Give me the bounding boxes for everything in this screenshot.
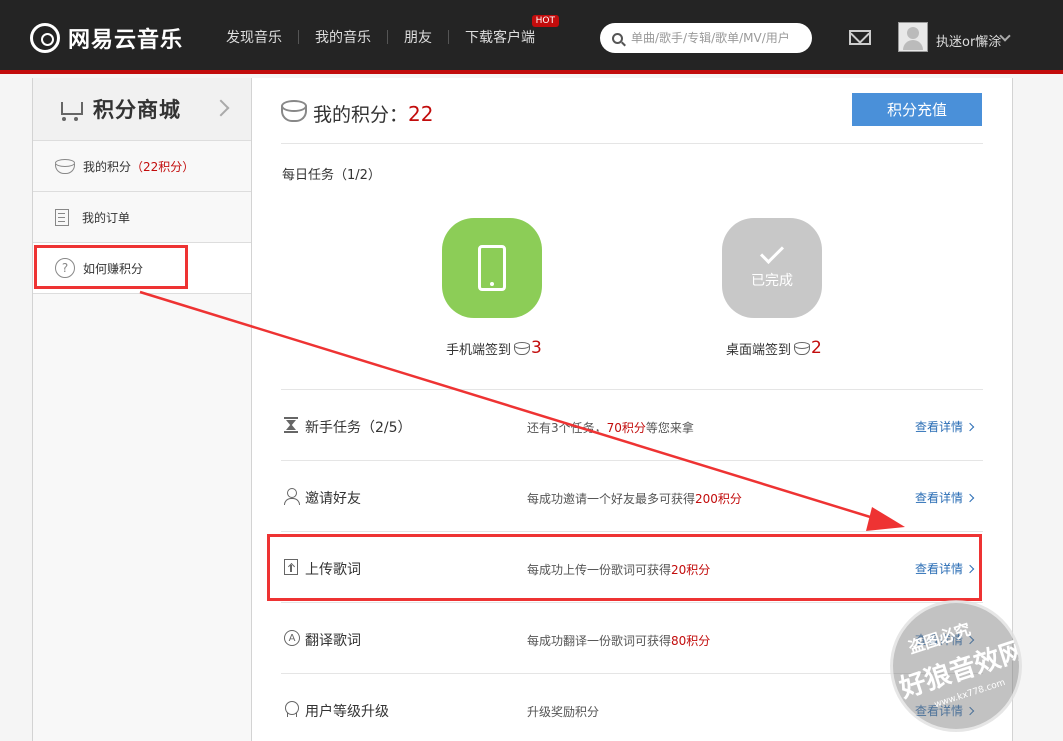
task-row-level-up: 用户等级升级 升级奖励积分 查看详情 xyxy=(281,673,983,741)
annotation-highlight-box xyxy=(267,534,982,601)
logo-text: 网易云音乐 xyxy=(68,28,184,53)
view-details-link[interactable]: 查看详情 xyxy=(915,489,973,506)
task-name: 翻译歌词 xyxy=(305,633,361,649)
nav-my-music[interactable]: 我的音乐 xyxy=(299,27,387,47)
divider xyxy=(281,143,983,144)
netease-music-logo-icon xyxy=(30,23,60,53)
mail-icon[interactable] xyxy=(849,30,871,45)
mobile-checkin-tile[interactable] xyxy=(442,218,542,318)
task-points: 3 xyxy=(531,338,542,358)
points-value: 22 xyxy=(408,102,434,126)
sidebar-item-label: 我的订单 xyxy=(82,210,131,225)
nav-friends[interactable]: 朋友 xyxy=(388,27,448,47)
desktop-checkin-caption: 桌面端签到 2 xyxy=(726,338,822,358)
sidebar: 积分商城 我的积分 （22积分） 我的订单 ? 如何赚积分 xyxy=(33,78,252,741)
task-row-invite: 邀请好友 每成功邀请一个好友最多可获得200积分 查看详情 xyxy=(281,460,983,531)
coins-icon xyxy=(55,159,75,174)
task-name: 邀请好友 xyxy=(305,491,361,507)
task-name: 用户等级升级 xyxy=(305,704,389,720)
nav-discover[interactable]: 发现音乐 xyxy=(210,27,298,47)
task-description: 还有3个任务，70积分等您来拿 xyxy=(527,421,694,435)
daily-tasks-title: 每日任务（1/2） xyxy=(282,168,381,183)
coins-icon xyxy=(794,342,811,355)
user-avatar[interactable] xyxy=(898,22,928,52)
search-box xyxy=(600,23,812,53)
hourglass-icon xyxy=(284,417,298,433)
page-title-label: 我的积分： xyxy=(313,104,409,126)
username[interactable]: 执迷or懈涂 xyxy=(936,31,1001,50)
sidebar-points-count: （22积分） xyxy=(131,159,195,174)
logo[interactable]: 网易云音乐 xyxy=(30,20,183,56)
mobile-checkin-caption: 手机端签到 3 xyxy=(446,338,542,358)
coins-icon xyxy=(514,342,531,355)
watermark-seal: 盗图必究 好狼音效网 www.kx778.com xyxy=(890,600,1022,732)
top-bar: 网易云音乐 发现音乐 我的音乐 朋友 下载客户端 HOT 执迷or懈涂 xyxy=(0,0,1063,74)
chevron-right-icon xyxy=(212,99,230,117)
phone-icon xyxy=(478,245,506,291)
task-description: 每成功邀请一个好友最多可获得200积分 xyxy=(527,492,742,506)
sidebar-item-my-points[interactable]: 我的积分 （22积分） xyxy=(33,141,251,192)
translate-icon: A xyxy=(284,630,300,646)
page-title: 我的积分：22 xyxy=(313,100,433,127)
medal-icon xyxy=(284,701,299,717)
search-icon xyxy=(612,32,623,44)
sidebar-item-my-orders[interactable]: 我的订单 xyxy=(33,192,251,243)
sidebar-header[interactable]: 积分商城 xyxy=(33,78,251,141)
sidebar-item-label: 我的积分 xyxy=(83,159,132,174)
cart-icon xyxy=(57,100,83,121)
task-caption-label: 桌面端签到 xyxy=(726,342,792,358)
annotation-highlight-box xyxy=(34,245,188,289)
nav-download-label: 下载客户端 xyxy=(465,30,535,46)
task-caption-label: 手机端签到 xyxy=(446,342,512,358)
document-icon xyxy=(55,208,69,226)
main-nav: 发现音乐 我的音乐 朋友 下载客户端 HOT xyxy=(210,0,559,74)
search-input[interactable] xyxy=(631,31,801,45)
task-points: 2 xyxy=(811,338,822,358)
task-row-translate-lyrics: A 翻译歌词 每成功翻译一份歌词可获得80积分 查看详情 xyxy=(281,602,983,673)
view-details-link[interactable]: 查看详情 xyxy=(915,418,973,435)
check-icon xyxy=(759,239,785,265)
user-icon xyxy=(284,488,300,505)
hot-badge: HOT xyxy=(531,15,559,27)
nav-download-client[interactable]: 下载客户端 HOT xyxy=(449,15,559,47)
task-description: 升级奖励积分 xyxy=(527,705,600,719)
task-row-newbie: 新手任务（2/5） 还有3个任务，70积分等您来拿 查看详情 xyxy=(281,389,983,460)
task-description: 每成功翻译一份歌词可获得80积分 xyxy=(527,634,711,648)
recharge-button[interactable]: 积分充值 xyxy=(852,93,982,126)
completed-label: 已完成 xyxy=(751,273,793,289)
sidebar-title: 积分商城 xyxy=(93,98,181,122)
desktop-checkin-tile: 已完成 xyxy=(722,218,822,318)
task-name: 新手任务（2/5） xyxy=(305,420,412,436)
coins-icon xyxy=(281,100,307,122)
